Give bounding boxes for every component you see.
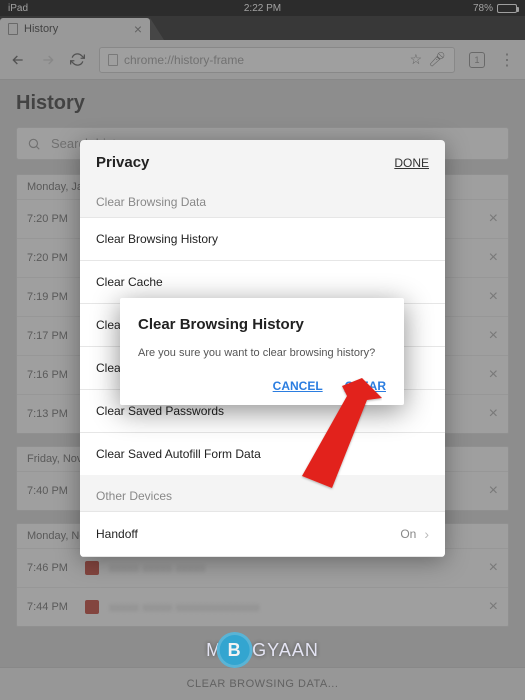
cancel-button[interactable]: CANCEL [273,379,323,393]
done-button[interactable]: DONE [394,156,429,170]
clear-browsing-history-item[interactable]: Clear Browsing History [80,217,445,260]
dialog-text: Are you sure you want to clear browsing … [138,347,386,359]
section-header: Other Devices [80,475,445,511]
chevron-right-icon: › [424,526,429,542]
clear-button[interactable]: CLEAR [345,379,386,393]
clear-autofill-item[interactable]: Clear Saved Autofill Form Data [80,432,445,475]
section-header: Clear Browsing Data [80,181,445,217]
privacy-title: Privacy [96,154,149,171]
dialog-title: Clear Browsing History [138,316,386,333]
handoff-item[interactable]: Handoff On › [80,511,445,557]
watermark-logo: B [216,632,252,668]
watermark: M B IGYAAN [206,632,319,668]
confirm-dialog: Clear Browsing History Are you sure you … [120,298,404,405]
clear-cache-item[interactable]: Clear Cache [80,260,445,303]
